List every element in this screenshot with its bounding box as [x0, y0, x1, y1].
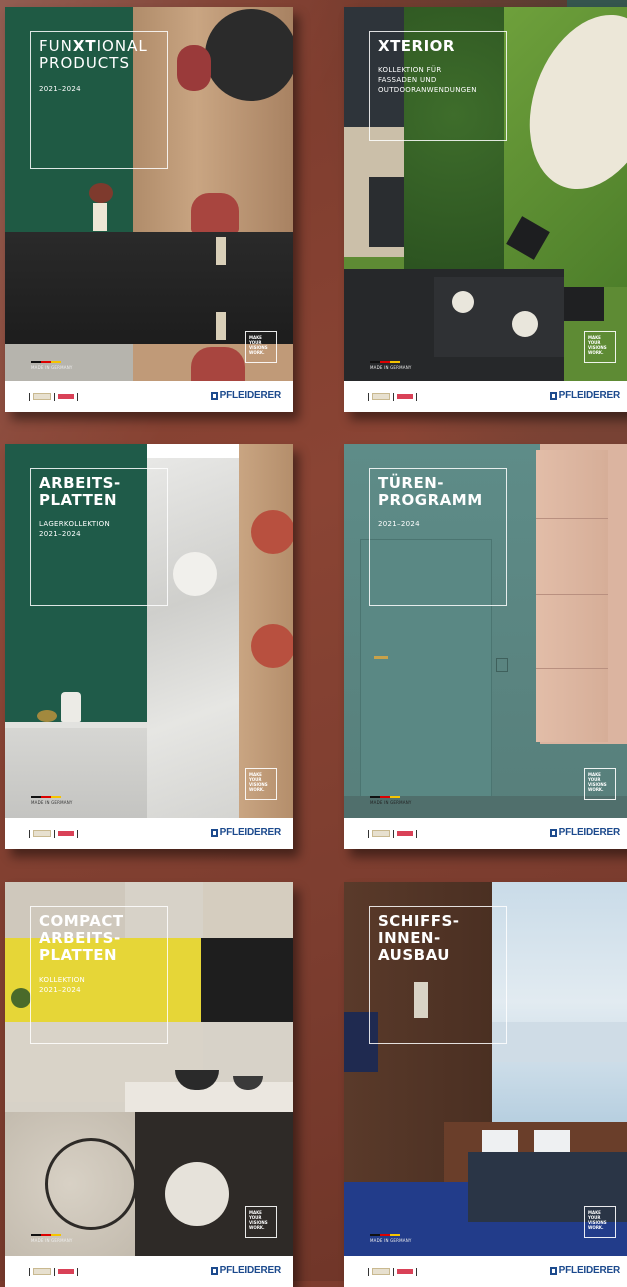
- certification-icons: [368, 829, 417, 838]
- pfleiderer-logo: PFLEIDERER: [210, 827, 281, 838]
- brochure-xterior[interactable]: XTERIOR KOLLEKTION FÜR FASSADEN UND OUTD…: [344, 7, 627, 412]
- logo-icon: [210, 391, 218, 400]
- logo-icon: [210, 828, 218, 837]
- german-flag: [370, 361, 400, 363]
- german-flag: [31, 1234, 61, 1236]
- tagline-box: MAKE YOUR VISIONS WORK.: [245, 1206, 277, 1238]
- certification-icons: [29, 392, 78, 401]
- brochure-subtitle: KOLLEKTION FÜR FASSADEN UND OUTDOORANWEN…: [378, 66, 477, 94]
- made-in-label: MADE IN GERMANY: [370, 365, 412, 370]
- brochure-footer: PFLEIDERER: [5, 1256, 293, 1287]
- tagline-box: MAKE YOUR VISIONS WORK.: [584, 768, 616, 800]
- brochure-title: ARBEITS- PLATTEN: [39, 474, 121, 509]
- brochure-title: XTERIOR: [378, 37, 455, 55]
- german-flag: [31, 796, 61, 798]
- brochure-subtitle: 2021–2024: [378, 520, 420, 528]
- brochure-subtitle: KOLLEKTION 2021–2024: [39, 976, 86, 994]
- brochure-footer: PFLEIDERER: [5, 818, 293, 849]
- certification-icons: [29, 1267, 78, 1276]
- certification-icons: [29, 829, 78, 838]
- brochure-title: SCHIFFS- INNEN- AUSBAU: [378, 912, 460, 964]
- made-in-label: MADE IN GERMANY: [31, 800, 73, 805]
- logo-icon: [549, 828, 557, 837]
- pfleiderer-logo: PFLEIDERER: [549, 390, 620, 401]
- tagline-box: MAKE YOUR VISIONS WORK.: [584, 331, 616, 363]
- certification-icons: [368, 392, 417, 401]
- brochure-title: COMPACT ARBEITS- PLATTEN: [39, 912, 124, 964]
- german-flag: [31, 361, 61, 363]
- brochure-title: TÜREN- PROGRAMM: [378, 474, 483, 509]
- made-in-label: MADE IN GERMANY: [370, 800, 412, 805]
- brochure-footer: PFLEIDERER: [5, 381, 293, 412]
- pfleiderer-logo: PFLEIDERER: [210, 390, 281, 401]
- certification-icons: [368, 1267, 417, 1276]
- brochure-compact-arbeitsplatten[interactable]: COMPACT ARBEITS- PLATTEN KOLLEKTION 2021…: [5, 882, 293, 1287]
- pfleiderer-logo: PFLEIDERER: [210, 1265, 281, 1276]
- pfleiderer-logo: PFLEIDERER: [549, 827, 620, 838]
- brochure-title: FUNXTIONAL PRODUCTS: [39, 37, 148, 72]
- brochure-footer: PFLEIDERER: [344, 381, 627, 412]
- made-in-label: MADE IN GERMANY: [31, 365, 73, 370]
- german-flag: [370, 796, 400, 798]
- tagline-box: MAKE YOUR VISIONS WORK.: [584, 1206, 616, 1238]
- brochure-footer: PFLEIDERER: [344, 1256, 627, 1287]
- brochure-arbeitsplatten[interactable]: ARBEITS- PLATTEN LAGERKOLLEKTION 2021–20…: [5, 444, 293, 849]
- pfleiderer-logo: PFLEIDERER: [549, 1265, 620, 1276]
- logo-icon: [549, 1266, 557, 1275]
- brochure-subtitle: 2021–2024: [39, 85, 81, 93]
- brochure-subtitle: LAGERKOLLEKTION 2021–2024: [39, 520, 111, 538]
- brochure-footer: PFLEIDERER: [344, 818, 627, 849]
- german-flag: [370, 1234, 400, 1236]
- tagline-box: MAKE YOUR VISIONS WORK.: [245, 768, 277, 800]
- tagline-box: MAKE YOUR VISIONS WORK.: [245, 331, 277, 363]
- brochure-funxtional-products[interactable]: FUNXTIONAL PRODUCTS 2021–2024 MAKE YOUR …: [5, 7, 293, 412]
- brochure-tuerenprogramm[interactable]: TÜREN- PROGRAMM 2021–2024 MAKE YOUR VISI…: [344, 444, 627, 849]
- made-in-label: MADE IN GERMANY: [370, 1238, 412, 1243]
- logo-icon: [210, 1266, 218, 1275]
- logo-icon: [549, 391, 557, 400]
- brochure-schiffsinnenausbau[interactable]: SCHIFFS- INNEN- AUSBAU MAKE YOUR VISIONS…: [344, 882, 627, 1287]
- made-in-label: MADE IN GERMANY: [31, 1238, 73, 1243]
